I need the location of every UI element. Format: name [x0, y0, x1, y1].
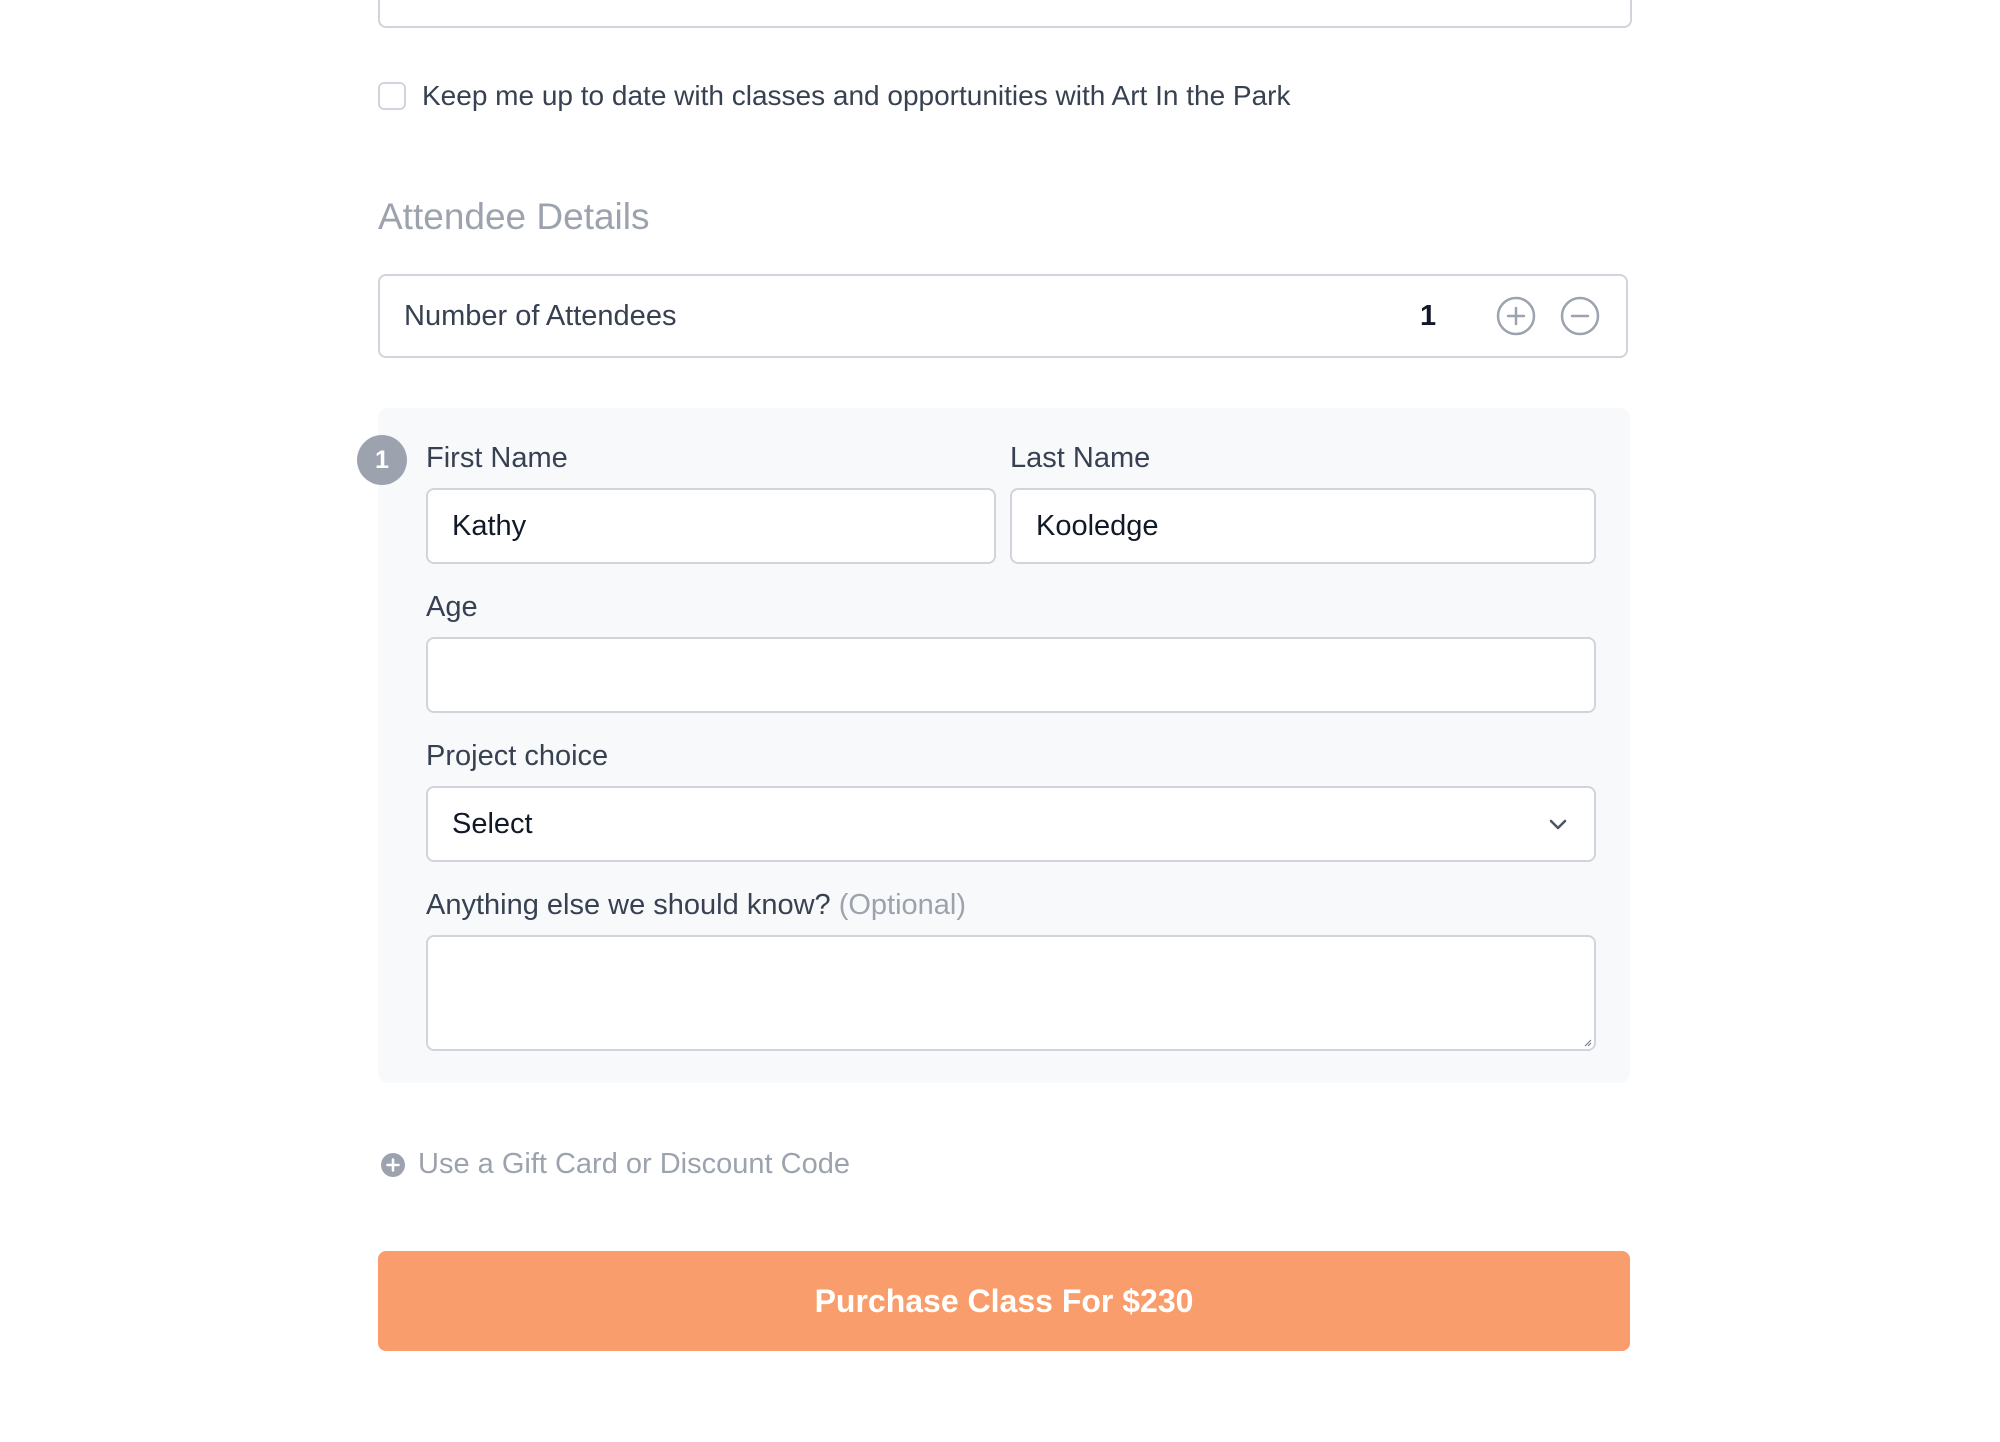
attendee-card: 1 First Name Kathy Last Name Kooledge Ag…: [357, 408, 1630, 1083]
attendee-count-value: 1: [1420, 300, 1437, 332]
gift-card-label[interactable]: Use a Gift Card or Discount Code: [418, 1148, 850, 1181]
plus-circle-icon: [1496, 296, 1536, 336]
purchase-button[interactable]: Purchase Class For $230: [378, 1251, 1630, 1351]
project-choice-value: Select: [452, 808, 533, 840]
last-name-label: Last Name: [1010, 442, 1151, 474]
increment-attendees-button[interactable]: [1496, 296, 1536, 336]
last-name-input[interactable]: Kooledge: [1010, 488, 1596, 564]
plus-circle-filled-icon: [381, 1152, 405, 1177]
gift-card-toggle[interactable]: Use a Gift Card or Discount Code: [380, 1148, 850, 1181]
newsletter-opt-in[interactable]: Keep me up to date with classes and oppo…: [378, 80, 1291, 112]
notes-textarea[interactable]: [426, 935, 1596, 1051]
decrement-attendees-button[interactable]: [1560, 296, 1600, 336]
notes-label: Anything else we should know? (Optional): [426, 889, 966, 922]
notes-label-text: Anything else we should know?: [426, 889, 831, 921]
attendee-count-label: Number of Attendees: [404, 300, 677, 332]
attendee-number-badge: 1: [357, 435, 407, 485]
optional-marker: (Optional): [838, 889, 967, 921]
age-input[interactable]: [426, 637, 1596, 713]
first-name-input[interactable]: Kathy: [426, 488, 996, 564]
minus-circle-icon: [1560, 296, 1600, 336]
project-choice-select[interactable]: Select: [426, 786, 1596, 862]
attendee-count-stepper: Number of Attendees 1: [378, 274, 1628, 358]
first-name-label: First Name: [426, 442, 568, 474]
newsletter-checkbox[interactable]: [378, 82, 406, 110]
previous-input-field[interactable]: [378, 0, 1632, 28]
resize-handle-icon[interactable]: [1584, 1039, 1592, 1047]
newsletter-label[interactable]: Keep me up to date with classes and oppo…: [422, 80, 1291, 112]
attendee-details-heading: Attendee Details: [378, 196, 650, 237]
age-label: Age: [426, 591, 478, 623]
project-choice-label: Project choice: [426, 740, 609, 772]
chevron-down-icon: [1549, 819, 1567, 830]
